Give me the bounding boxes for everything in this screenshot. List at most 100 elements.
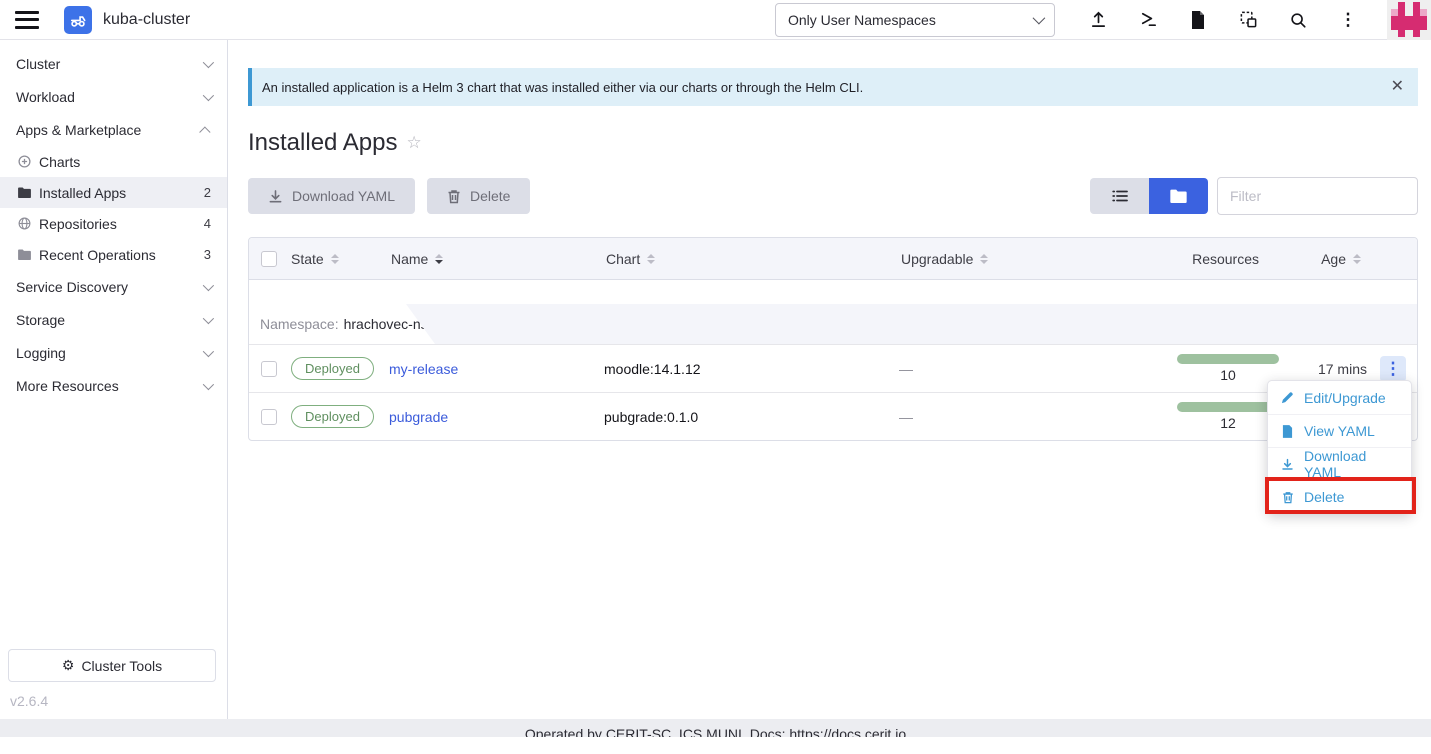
- menu-item-view-yaml[interactable]: View YAML: [1268, 414, 1411, 447]
- column-header-upgradable[interactable]: Upgradable: [899, 251, 1104, 267]
- menu-item-download-yaml[interactable]: Download YAML: [1268, 447, 1411, 480]
- status-badge: Deployed: [291, 405, 374, 428]
- favorite-star-icon[interactable]: ☆: [406, 133, 421, 153]
- kebab-icon: ⋮: [1385, 360, 1402, 377]
- user-avatar[interactable]: [1387, 0, 1431, 40]
- chevron-down-icon: [203, 279, 214, 290]
- chevron-up-icon: [199, 126, 210, 137]
- sort-arrows-icon: [647, 254, 655, 264]
- row-checkbox[interactable]: [261, 409, 277, 425]
- table-row: Deployed pubgrade pubgrade:0.1.0 — 12: [249, 392, 1417, 440]
- chart-cell: pubgrade:0.1.0: [604, 409, 899, 425]
- sidebar-item-charts[interactable]: Charts: [0, 146, 227, 177]
- count-badge: 3: [204, 247, 211, 262]
- list-view-button[interactable]: [1090, 178, 1149, 214]
- grouped-view-button[interactable]: [1149, 178, 1208, 214]
- sidebar-item-repositories[interactable]: Repositories 4: [0, 208, 227, 239]
- namespace-group-tab: Namespace: hrachovec-ns: [249, 304, 435, 344]
- file-icon: [1280, 425, 1295, 438]
- download-icon: [268, 189, 283, 204]
- sidebar-item-workload[interactable]: Workload: [0, 80, 227, 113]
- sidebar: Cluster Workload Apps & Marketplace Char…: [0, 40, 228, 719]
- row-checkbox[interactable]: [261, 361, 277, 377]
- pencil-icon: [1280, 391, 1295, 404]
- row-context-menu: Edit/Upgrade View YAML Download YAML Del…: [1267, 380, 1412, 514]
- upgradable-cell: —: [899, 409, 1104, 425]
- upgradable-cell: —: [899, 361, 1104, 377]
- column-header-age[interactable]: Age: [1289, 251, 1369, 267]
- copy-kubeconfig-icon[interactable]: [1236, 8, 1260, 32]
- sidebar-item-cluster[interactable]: Cluster: [0, 47, 227, 80]
- chevron-down-icon: [1033, 12, 1046, 25]
- kubectl-shell-icon[interactable]: [1136, 8, 1160, 32]
- main-content: An installed application is a Helm 3 cha…: [228, 40, 1431, 719]
- hamburger-menu-icon[interactable]: [15, 11, 39, 29]
- more-options-icon[interactable]: ⋮: [1336, 8, 1360, 32]
- resources-cell: 12: [1104, 402, 1289, 431]
- chevron-down-icon: [203, 378, 214, 389]
- sidebar-item-service-discovery[interactable]: Service Discovery: [0, 270, 227, 303]
- page-title: Installed Apps: [248, 129, 397, 157]
- menu-item-edit-upgrade[interactable]: Edit/Upgrade: [1268, 381, 1411, 414]
- resources-progress-bar: [1177, 354, 1279, 364]
- delete-button[interactable]: Delete: [427, 178, 530, 214]
- cluster-logo-icon[interactable]: [64, 6, 92, 34]
- kubeconfig-file-icon[interactable]: [1186, 8, 1210, 32]
- circle-plus-icon: [17, 154, 32, 169]
- list-icon: [1112, 189, 1128, 203]
- count-badge: 4: [204, 216, 211, 231]
- column-header-name[interactable]: Name: [389, 251, 604, 267]
- chevron-down-icon: [203, 56, 214, 67]
- sidebar-item-storage[interactable]: Storage: [0, 303, 227, 336]
- namespace-name: hrachovec-ns: [344, 316, 428, 332]
- chart-cell: moodle:14.1.12: [604, 361, 899, 377]
- namespace-filter-value: Only User Namespaces: [788, 12, 936, 28]
- info-banner: An installed application is a Helm 3 cha…: [248, 68, 1418, 106]
- chevron-down-icon: [203, 89, 214, 100]
- chevron-down-icon: [203, 312, 214, 323]
- search-icon[interactable]: [1286, 8, 1310, 32]
- installed-apps-table: State Name Chart Upgradable Resources Ag…: [248, 237, 1418, 441]
- filter-input[interactable]: [1217, 177, 1418, 215]
- column-header-resources: Resources: [1104, 251, 1289, 267]
- cluster-tools-button[interactable]: ⚙ Cluster Tools: [8, 649, 216, 682]
- table-header: State Name Chart Upgradable Resources Ag…: [249, 238, 1417, 280]
- table-row: Deployed my-release moodle:14.1.12 — 10 …: [249, 344, 1417, 392]
- import-yaml-icon[interactable]: [1086, 8, 1110, 32]
- app-name-link[interactable]: pubgrade: [389, 409, 448, 425]
- sort-arrows-icon: [435, 254, 443, 264]
- namespace-filter-select[interactable]: Only User Namespaces: [775, 3, 1055, 37]
- sidebar-item-apps-marketplace[interactable]: Apps & Marketplace: [0, 113, 227, 146]
- trash-icon: [447, 189, 461, 204]
- column-header-chart[interactable]: Chart: [604, 251, 899, 267]
- globe-icon: [17, 216, 32, 231]
- namespace-group-row: Namespace: hrachovec-ns: [249, 304, 1417, 344]
- close-icon[interactable]: ✕: [1391, 79, 1404, 95]
- sidebar-item-recent-operations[interactable]: Recent Operations 3: [0, 239, 227, 270]
- footer: Operated by CERIT-SC, ICS MUNI. Docs: ht…: [0, 719, 1431, 737]
- folder-icon: [17, 247, 32, 262]
- view-mode-toggle: [1090, 178, 1208, 214]
- chevron-down-icon: [203, 345, 214, 356]
- gear-icon: ⚙: [62, 657, 75, 674]
- status-badge: Deployed: [291, 357, 374, 380]
- folder-icon: [1170, 189, 1187, 203]
- download-icon: [1280, 458, 1295, 471]
- trash-icon: [1280, 491, 1295, 504]
- resources-progress-bar: [1177, 402, 1279, 412]
- sidebar-item-logging[interactable]: Logging: [0, 336, 227, 369]
- sidebar-item-installed-apps[interactable]: Installed Apps 2: [0, 177, 227, 208]
- sort-arrows-icon: [331, 254, 339, 264]
- select-all-checkbox[interactable]: [261, 251, 277, 267]
- row-actions-button[interactable]: ⋮: [1380, 356, 1406, 382]
- info-banner-text: An installed application is a Helm 3 cha…: [262, 80, 863, 95]
- download-yaml-button[interactable]: Download YAML: [248, 178, 415, 214]
- age-cell: 17 mins: [1289, 361, 1369, 377]
- count-badge: 2: [204, 185, 211, 200]
- folder-icon: [17, 185, 32, 200]
- sidebar-item-more-resources[interactable]: More Resources: [0, 369, 227, 402]
- column-header-state[interactable]: State: [289, 251, 389, 267]
- cluster-name: kuba-cluster: [103, 11, 190, 29]
- menu-item-delete[interactable]: Delete: [1268, 480, 1411, 513]
- app-name-link[interactable]: my-release: [389, 361, 458, 377]
